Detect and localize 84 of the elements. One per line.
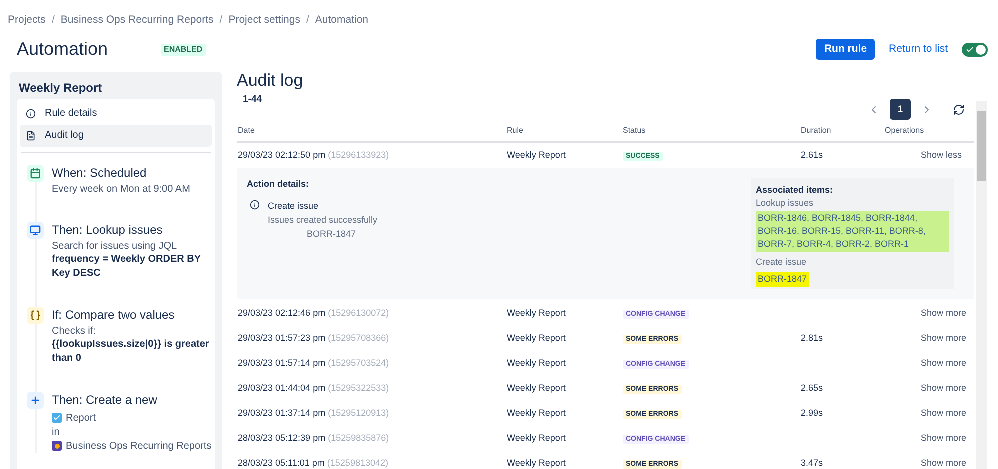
details-heading: Action details: <box>247 178 310 191</box>
date-cell-text: 29/03/23 02:12:46 pm (15296130072) <box>238 306 390 320</box>
issue-key: BORR-1847 <box>307 227 378 242</box>
step-title[interactable]: Then: Lookup issues <box>52 222 212 238</box>
check-icon <box>966 46 974 54</box>
enable-toggle[interactable] <box>962 42 988 57</box>
page-title: Automation <box>17 38 110 62</box>
show-toggle-link[interactable]: Show more <box>921 458 967 468</box>
issue-links[interactable]: BORR-1847 <box>756 272 810 287</box>
status-badge: ENABLED <box>161 44 206 56</box>
show-toggle-link[interactable]: Show more <box>921 408 967 418</box>
step-title[interactable]: If: Compare two values <box>52 306 212 323</box>
step-description: in <box>52 426 61 439</box>
column-header: Status <box>623 124 647 137</box>
rule-cell-text: Weekly Report <box>507 432 567 445</box>
document-icon <box>26 130 36 141</box>
column-header: Operations <box>885 124 926 137</box>
refresh-icon[interactable] <box>953 104 965 116</box>
rule-name: Weekly Report <box>18 80 104 97</box>
step-description: Every week on Mon at 9:00 AM <box>52 182 190 196</box>
scrollbar[interactable] <box>976 100 987 469</box>
sidebar-nav-item[interactable]: Audit log <box>20 124 212 147</box>
step-description: Search for issues using JQL <box>52 240 178 253</box>
rule-cell-text: Weekly Report <box>507 406 567 420</box>
step-title[interactable]: When: Scheduled <box>52 164 190 181</box>
duration-cell: 3.47s <box>801 458 824 468</box>
duration-cell: 2.81s <box>801 332 824 342</box>
duration-cell: 2.99s <box>801 408 824 418</box>
associated-heading: Associated items: <box>756 184 834 197</box>
info-icon <box>26 108 36 119</box>
project-name: Business Ops Recurring Reports <box>66 440 212 453</box>
breadcrumb-link[interactable]: Automation <box>315 13 369 29</box>
return-link[interactable]: Return to list <box>889 42 948 58</box>
calendar-icon <box>27 164 44 182</box>
date-cell-text: 29/03/23 01:57:14 pm (15295703524) <box>238 356 390 370</box>
show-toggle-link[interactable]: Show more <box>921 432 967 442</box>
issue-links[interactable]: BORR-1846, BORR-1845, BORR-1844, BORR-16, BORR-15, BORR-11, BORR-8, BORR-7, BORR-4, BORR-2, BORR-1 <box>756 210 949 252</box>
date-cell-text: 28/03/23 05:11:01 pm (15259813042) <box>238 456 390 469</box>
section-title: Audit log <box>237 70 304 91</box>
breadcrumb-link[interactable]: Projects <box>8 13 46 29</box>
rule-cell-text: Weekly Report <box>507 148 567 162</box>
show-toggle-link[interactable]: Show more <box>921 308 967 318</box>
date-cell-text: 29/03/23 02:12:50 pm (15296133923) <box>238 148 390 162</box>
rule-cell-text: Weekly Report <box>507 382 567 395</box>
date-cell-text: 29/03/23 01:37:14 pm (15295120913) <box>238 406 390 420</box>
column-header: Date <box>238 124 256 137</box>
show-toggle-link[interactable]: Show more <box>921 332 967 342</box>
group-label: Create issue <box>756 256 808 269</box>
rule-cell-text: Weekly Report <box>507 332 567 345</box>
date-cell-text: 28/03/23 05:12:39 pm (15259835876) <box>238 432 390 445</box>
checkbox-icon <box>52 413 62 424</box>
page-button[interactable]: 1 <box>890 99 911 120</box>
step-expression: frequency = Weekly ORDER BY Key DESC <box>52 252 202 281</box>
scrollbar-thumb[interactable] <box>977 110 986 181</box>
show-toggle-link[interactable]: Show more <box>921 382 967 392</box>
column-header: Duration <box>801 124 832 137</box>
rule-cell-text: Weekly Report <box>507 356 567 370</box>
show-toggle-link[interactable]: Show more <box>921 358 967 368</box>
step-expression: {{lookupIssues.size|0}} is greater than 0 <box>52 338 210 366</box>
show-toggle-link[interactable]: Show less <box>921 150 962 160</box>
date-cell-text: 29/03/23 01:57:23 pm (15295708366) <box>238 332 390 345</box>
breadcrumb-separator: / <box>220 13 223 28</box>
braces-icon <box>27 306 44 324</box>
date-cell-text: 29/03/23 01:44:04 pm (15295322533) <box>238 382 390 395</box>
rule-cell-text: Weekly Report <box>507 456 567 469</box>
duration-cell: 2.61s <box>801 150 824 160</box>
project-avatar-icon <box>52 441 62 452</box>
action-name: Create issue <box>268 200 320 214</box>
group-label: Lookup issues <box>756 196 815 210</box>
info-icon <box>250 200 260 210</box>
rule-cell-text: Weekly Report <box>507 306 567 320</box>
step-description: Checks if: <box>52 324 97 338</box>
sidebar-nav-item[interactable]: Rule details <box>20 102 212 125</box>
breadcrumb-link[interactable]: Business Ops Recurring Reports <box>60 13 214 29</box>
breadcrumb-separator: / <box>52 13 55 28</box>
breadcrumb-separator: / <box>306 13 310 28</box>
run-rule-button[interactable]: Run rule <box>816 39 876 60</box>
column-header: Rule <box>507 124 524 137</box>
duration-cell: 2.65s <box>801 382 824 392</box>
step-title[interactable]: Then: Create a new <box>52 392 212 408</box>
action-message: Issues created successfully <box>268 214 378 228</box>
breadcrumb-link[interactable]: Project settings <box>228 13 300 29</box>
result-range: 1-44 <box>243 92 262 107</box>
issue-type: Report <box>66 412 96 425</box>
